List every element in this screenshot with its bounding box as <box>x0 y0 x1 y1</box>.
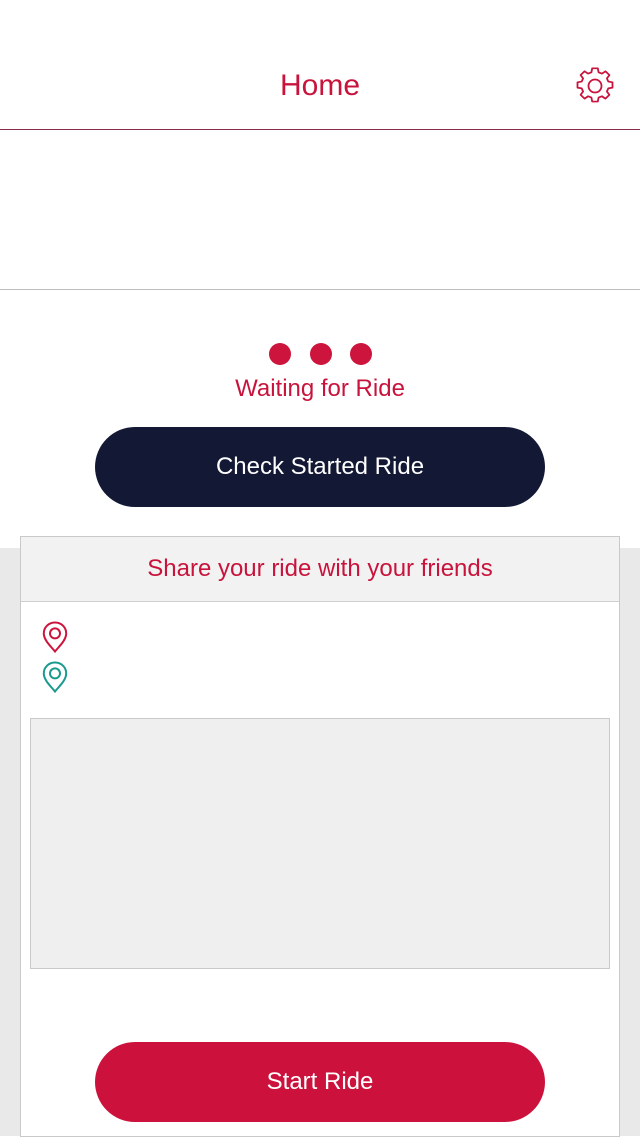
ride-status-section: Waiting for Ride Check Started Ride <box>0 290 640 548</box>
content-banner-area <box>0 130 640 290</box>
share-card-header: Share your ride with your friends <box>21 537 619 602</box>
gear-icon <box>576 67 614 103</box>
indicator-dot <box>350 343 372 365</box>
location-pin-icon <box>42 661 68 693</box>
start-ride-button[interactable]: Start Ride <box>95 1042 545 1122</box>
share-card-title: Share your ride with your friends <box>147 555 493 582</box>
settings-button[interactable] <box>576 67 614 105</box>
app-header: Home <box>0 0 640 130</box>
page-title: Home <box>279 69 361 102</box>
share-ride-card: Share your ride with your friends Start … <box>20 536 620 1137</box>
ride-status-text: Waiting for Ride <box>235 375 405 402</box>
location-pin-icon <box>42 621 68 653</box>
pickup-location-row[interactable] <box>42 621 68 653</box>
dropoff-location-row[interactable] <box>42 661 68 693</box>
waiting-indicator <box>269 343 373 365</box>
share-message-box[interactable] <box>30 718 610 969</box>
indicator-dot <box>269 343 291 365</box>
indicator-dot <box>310 343 332 365</box>
check-started-ride-button[interactable]: Check Started Ride <box>95 427 545 507</box>
